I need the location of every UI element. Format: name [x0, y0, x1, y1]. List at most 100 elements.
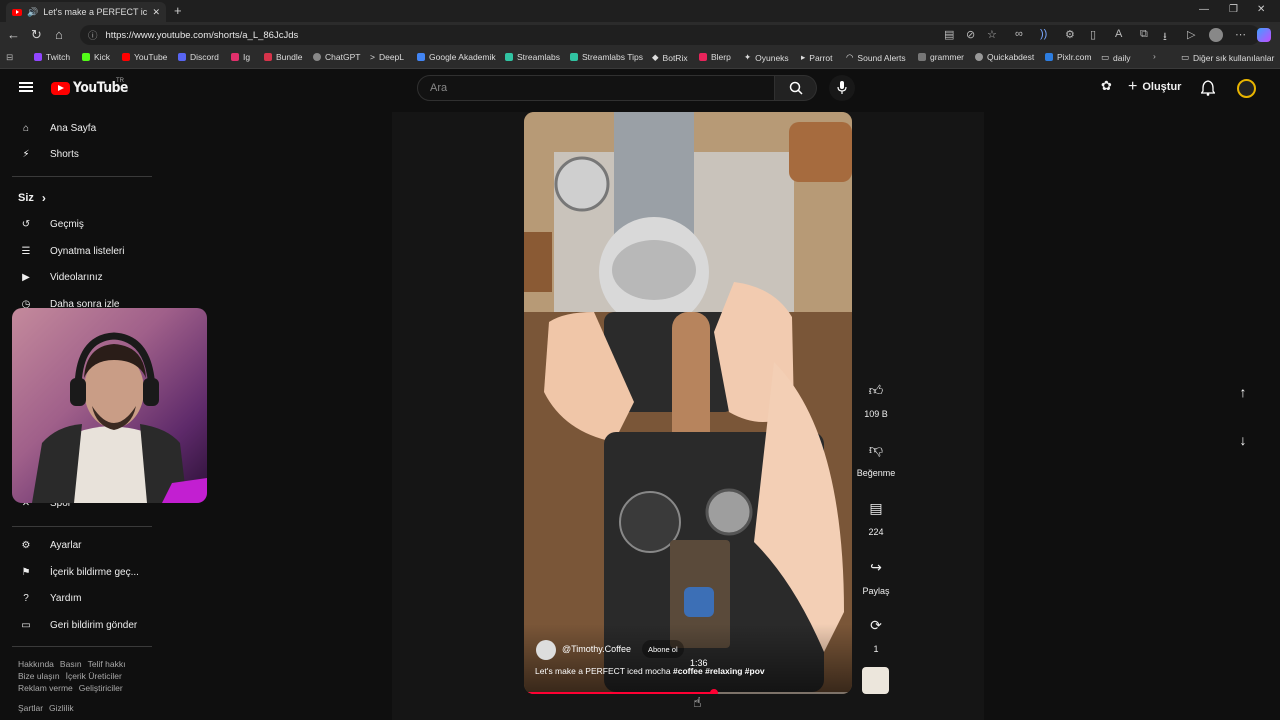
sidebar-divider	[12, 526, 152, 527]
sidebar-item-shorts[interactable]: ⚡ Shorts	[18, 146, 78, 162]
voice-search-button[interactable]	[829, 75, 855, 101]
home-browser-icon[interactable]: ⌂	[55, 27, 63, 43]
minimize-icon[interactable]: —	[1199, 4, 1209, 15]
browser-tab[interactable]: 🔊 Let's make a PERFECT iced m ✕	[6, 2, 166, 22]
extension-gear-icon[interactable]: ✿	[1101, 78, 1112, 94]
bookmark-quickabdest[interactable]: Quickabdest	[975, 52, 1034, 62]
share-button[interactable]: ↪ Paylaş	[856, 559, 896, 596]
sidebar-item-report-history[interactable]: ⚑ İçerik bildirme geç...	[18, 564, 139, 580]
dislike-button[interactable]: 👎︎ Beğenme	[856, 441, 896, 478]
folder-icon: ▭	[1181, 52, 1190, 62]
bookmark-ig[interactable]: Ig	[231, 52, 250, 62]
channel-avatar[interactable]	[536, 640, 556, 660]
next-short-button[interactable]: ↓	[1230, 432, 1256, 448]
chevron-right-icon[interactable]: ›	[1153, 51, 1156, 61]
footer-link[interactable]: Reklam verme	[18, 683, 73, 693]
footer-links: Hakkında Basın Telif hakkı Bize ulaşın İçer…	[18, 658, 131, 714]
progress-scrubber[interactable]	[709, 689, 718, 694]
footer-link[interactable]: Basın	[60, 659, 82, 669]
create-button[interactable]: + Oluştur	[1128, 76, 1181, 98]
reader-icon[interactable]: ▤	[944, 28, 954, 41]
folder-icon: ▭	[1101, 52, 1110, 62]
bookmark-kick[interactable]: Kick	[82, 52, 110, 62]
bookmark-google-akademik[interactable]: Google Akademik	[417, 52, 496, 62]
bookmark-sound-alerts[interactable]: ◠ Sound Alerts	[846, 52, 906, 63]
sidebar-item-settings[interactable]: ⚙ Ayarlar	[18, 537, 82, 553]
sound-thumbnail[interactable]	[862, 667, 889, 694]
collections-icon[interactable]: ⧉	[1140, 28, 1148, 41]
grammer-icon	[918, 53, 926, 61]
like-button[interactable]: 👍︎ 109 B	[856, 382, 896, 419]
notifications-bell-icon[interactable]	[1201, 80, 1215, 96]
sidebar-item-playlists[interactable]: ☰ Oynatma listeleri	[18, 243, 125, 259]
chevron-right-icon: ›	[41, 191, 46, 205]
channel-name[interactable]: @Timothy.Coffee	[562, 644, 631, 654]
bookmark-youtube[interactable]: YouTube	[122, 52, 167, 62]
audio-ext-icon[interactable]: ))	[1040, 28, 1047, 40]
reload-icon[interactable]: ↻	[31, 27, 42, 43]
sidebar-item-feedback[interactable]: ▭ Geri bildirim gönder	[18, 617, 137, 633]
bookmark-daily[interactable]: ▭ daily	[1101, 52, 1131, 63]
remix-icon: ⟳	[870, 617, 882, 633]
more-options-icon[interactable]: ⋯	[1235, 28, 1246, 41]
restore-icon[interactable]: ❐	[1229, 4, 1238, 15]
footer-link[interactable]: İçerik Üreticiler	[66, 671, 122, 681]
sidebar-item-your-videos[interactable]: ▶ Videolarınız	[18, 269, 103, 285]
bookmark-twitch[interactable]: Twitch	[34, 52, 70, 62]
profile-icon[interactable]	[1209, 28, 1223, 42]
download-icon[interactable]: ⭳	[1163, 28, 1167, 47]
comments-button[interactable]: ▤ 224	[856, 500, 896, 537]
sidebar-item-help[interactable]: ? Yardım	[18, 590, 81, 606]
bookmark-other-folder[interactable]: ▭ Diğer sık kullanılanlar	[1181, 52, 1274, 63]
send-icon[interactable]: ▷	[1187, 28, 1195, 41]
copilot-icon[interactable]	[1257, 28, 1271, 42]
font-icon[interactable]: A	[1115, 28, 1122, 40]
video-hashtags[interactable]: #coffee #relaxing #pov	[673, 666, 765, 676]
footer-link[interactable]: Hakkında	[18, 659, 54, 669]
bookmark-discord[interactable]: Discord	[178, 52, 219, 62]
close-tab-icon[interactable]: ✕	[152, 7, 160, 18]
shorts-video-player[interactable]: @Timothy.Coffee Abone ol 1:36 Let's make…	[524, 112, 852, 694]
speaker-icon[interactable]: 🔊	[27, 7, 38, 18]
extension-icon[interactable]: ∞	[1015, 28, 1023, 40]
favorite-star-icon[interactable]: ☆	[987, 28, 997, 41]
remix-button[interactable]: ⟳ 1	[856, 617, 896, 654]
footer-link[interactable]: Gizlilik	[49, 703, 74, 713]
sidebar-section-you[interactable]: Siz ›	[18, 191, 46, 205]
bookmark-chatgpt[interactable]: ChatGPT	[313, 52, 360, 62]
search-button[interactable]	[775, 75, 817, 101]
site-info-icon[interactable]: ⓘ	[88, 28, 98, 42]
split-screen-icon[interactable]: ▯	[1090, 28, 1096, 41]
back-icon[interactable]: ←	[7, 27, 20, 43]
puzzle-icon[interactable]: ⚙	[1065, 28, 1075, 41]
bookmark-streamlabs[interactable]: Streamlabs	[505, 52, 560, 62]
bookmark-pixlr[interactable]: Pixlr.com	[1045, 52, 1091, 62]
youtube-icon	[122, 53, 130, 61]
sidebar-item-history[interactable]: ↺ Geçmiş	[18, 216, 84, 232]
footer-link[interactable]: Geliştiriciler	[79, 683, 123, 693]
sidebar-item-home[interactable]: ⌂ Ana Sayfa	[18, 120, 96, 136]
url-field[interactable]: ⓘ https://www.youtube.com/shorts/a_L_86J…	[80, 25, 1260, 45]
previous-short-button[interactable]: ↑	[1230, 384, 1256, 400]
bookmark-parrot[interactable]: ▸ Parrot	[801, 52, 832, 63]
progress-bar[interactable]	[528, 689, 848, 694]
bookmark-oyuneks[interactable]: ✦ Oyuneks	[744, 52, 789, 63]
bookmark-botrix[interactable]: ◆ BotRix	[652, 52, 688, 63]
bookmark-streamlabs-tips[interactable]: Streamlabs Tips	[570, 52, 643, 62]
search-input[interactable]: Ara	[417, 75, 775, 101]
footer-link[interactable]: Bize ulaşın	[18, 671, 60, 681]
bookmark-grammer[interactable]: grammer	[918, 52, 964, 62]
subscribe-button[interactable]: Abone ol	[642, 640, 684, 658]
close-window-icon[interactable]: ✕	[1257, 4, 1265, 15]
footer-link[interactable]: Telif hakkı	[88, 659, 126, 669]
bookmark-deepl[interactable]: > DeepL	[370, 52, 404, 62]
bookmark-blerp[interactable]: Blerp	[699, 52, 731, 62]
tracking-icon[interactable]: ⊘	[966, 28, 975, 41]
footer-link[interactable]: Şartlar	[18, 703, 43, 713]
new-tab-icon[interactable]: +	[174, 3, 182, 18]
bookmark-bundle[interactable]: Bundle	[264, 52, 302, 62]
user-avatar[interactable]	[1237, 79, 1256, 98]
menu-icon[interactable]	[19, 82, 33, 92]
bookmarks-toggle-icon[interactable]: ⊟	[6, 52, 13, 63]
video-title[interactable]: Let's make a PERFECT iced mocha #coffee …	[535, 666, 765, 676]
